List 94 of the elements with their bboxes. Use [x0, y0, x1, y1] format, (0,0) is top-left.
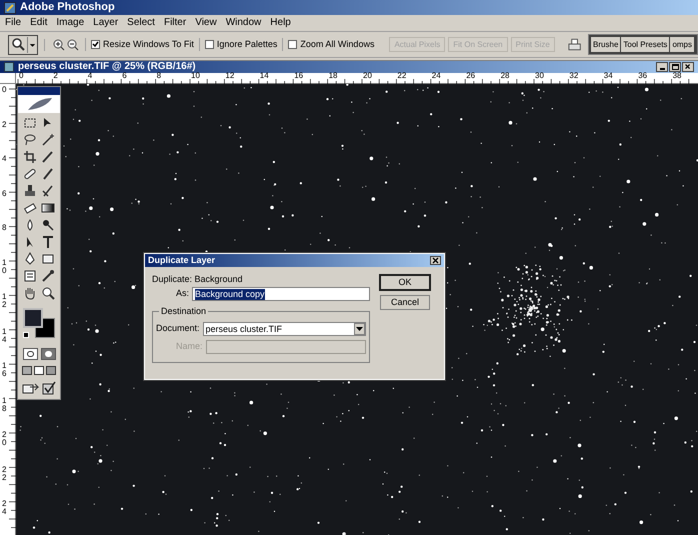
menu-item[interactable]: Edit: [30, 15, 48, 30]
palette-tab[interactable]: Tool Presets: [621, 37, 670, 52]
minimize-icon[interactable]: [656, 62, 668, 72]
name-input-field[interactable]: [206, 340, 366, 354]
quick-mask-icon[interactable]: [40, 348, 56, 360]
ruler-number: 2: [53, 71, 58, 81]
checkbox[interactable]: Zoom All Windows: [282, 38, 380, 52]
rectangle-icon[interactable]: [41, 252, 55, 266]
document-dropdown[interactable]: perseus cluster.TIF: [202, 322, 366, 336]
document-icon: [4, 62, 14, 72]
close-icon[interactable]: [682, 62, 694, 72]
menu-item[interactable]: Window: [226, 15, 262, 30]
stamp-icon[interactable]: [23, 184, 37, 198]
ruler-number: 4: [88, 71, 92, 81]
lasso-icon[interactable]: [23, 133, 37, 147]
ruler-number: 20: [363, 71, 372, 81]
ruler-number: 34: [604, 71, 613, 81]
eyedropper-icon[interactable]: [41, 269, 55, 283]
dialog-button[interactable]: OK: [380, 275, 430, 290]
checkbox[interactable]: Ignore Palettes: [198, 38, 282, 52]
ruler-number: 22: [2, 466, 8, 482]
ruler-number: 16: [2, 362, 8, 378]
zoom-tool-button[interactable]: [8, 34, 38, 54]
dialog-button[interactable]: Cancel: [380, 295, 430, 310]
caret-icon: [27, 36, 37, 52]
field-label: Name:: [176, 340, 203, 354]
menu-item[interactable]: Layer: [93, 15, 118, 30]
type-icon[interactable]: [41, 235, 55, 249]
foreground-color-swatch[interactable]: [23, 308, 43, 328]
caret-icon[interactable]: [354, 323, 365, 335]
ruler-number: 10: [2, 258, 8, 274]
ruler-number: 6: [2, 190, 8, 198]
palette-tab[interactable]: Brushe: [591, 37, 622, 52]
ruler-number: 18: [2, 396, 8, 412]
hand-icon[interactable]: [23, 286, 37, 300]
feather-logo-icon: [18, 87, 60, 113]
ruler-number: 24: [432, 71, 441, 81]
menu-item[interactable]: File: [5, 15, 22, 30]
ruler-number: 36: [638, 71, 648, 81]
close-icon[interactable]: [430, 256, 441, 265]
magnifier-icon[interactable]: [41, 286, 55, 300]
palette-tab[interactable]: omps: [670, 37, 695, 52]
ruler-number: 8: [2, 224, 8, 232]
ruler-number: 8: [156, 71, 162, 81]
field-label: As:: [176, 287, 190, 300]
ruler-number: 26: [466, 71, 476, 81]
marquee-icon[interactable]: [23, 116, 37, 130]
ruler-number: 4: [2, 155, 8, 163]
ruler-number: 6: [122, 71, 127, 81]
ruler-number: 16: [294, 71, 304, 81]
default-colors-icon[interactable]: [23, 332, 29, 338]
ruler-number: 0: [19, 71, 24, 81]
ruler-number: 28: [500, 71, 510, 81]
ruler-number: 30: [535, 71, 544, 81]
standard-mode-icon[interactable]: [22, 348, 38, 360]
dialog-title: Duplicate Layer: [148, 254, 216, 267]
menu-item[interactable]: Filter: [164, 15, 186, 30]
ruler-number: 22: [397, 71, 406, 81]
gradient-icon[interactable]: [41, 201, 55, 215]
ruler-number: 2: [2, 120, 8, 128]
ruler-number: 32: [569, 71, 578, 81]
ruler-number: 10: [191, 71, 200, 81]
zoom-out-icon[interactable]: [67, 38, 79, 50]
checkmark-icon: [92, 41, 99, 48]
menu-item[interactable]: Image: [56, 15, 84, 30]
window-title: Adobe Photoshop: [20, 0, 115, 16]
ruler-number: 12: [225, 71, 234, 81]
ruler-number: 14: [2, 328, 8, 344]
name-input-field[interactable]: Background copy: [192, 287, 370, 301]
ruler-number: 14: [260, 71, 269, 81]
pen-icon[interactable]: [23, 252, 37, 266]
menu-item[interactable]: View: [195, 15, 217, 30]
checkbox[interactable]: Resize Windows To Fit: [85, 38, 199, 52]
duplicate-label: Duplicate: Background: [152, 273, 244, 285]
ruler-number: 38: [672, 71, 682, 81]
dodge-icon[interactable]: [41, 218, 55, 232]
maximize-icon[interactable]: [669, 62, 681, 72]
crop-icon[interactable]: [23, 150, 37, 164]
ruler-number: 12: [2, 293, 8, 309]
checkmark-icon[interactable]: [42, 381, 56, 395]
menu-item[interactable]: Select: [127, 15, 155, 30]
ruler-number: 20: [2, 431, 8, 447]
field-label: Document:: [156, 322, 200, 336]
menu-item[interactable]: Help: [270, 15, 291, 30]
ruler-number: 0: [2, 86, 8, 94]
app-icon: [4, 2, 16, 14]
document-title: perseus cluster.TIF @ 25% (RGB/16#): [18, 61, 196, 72]
ruler-number: 18: [328, 71, 338, 81]
jump-icon[interactable]: [22, 381, 40, 395]
zoom-in-icon[interactable]: [53, 38, 65, 50]
ruler-number: 24: [2, 500, 8, 516]
notes-icon[interactable]: [23, 269, 37, 283]
magic-wand-icon[interactable]: [41, 133, 55, 147]
printer-icon[interactable]: [566, 36, 582, 52]
